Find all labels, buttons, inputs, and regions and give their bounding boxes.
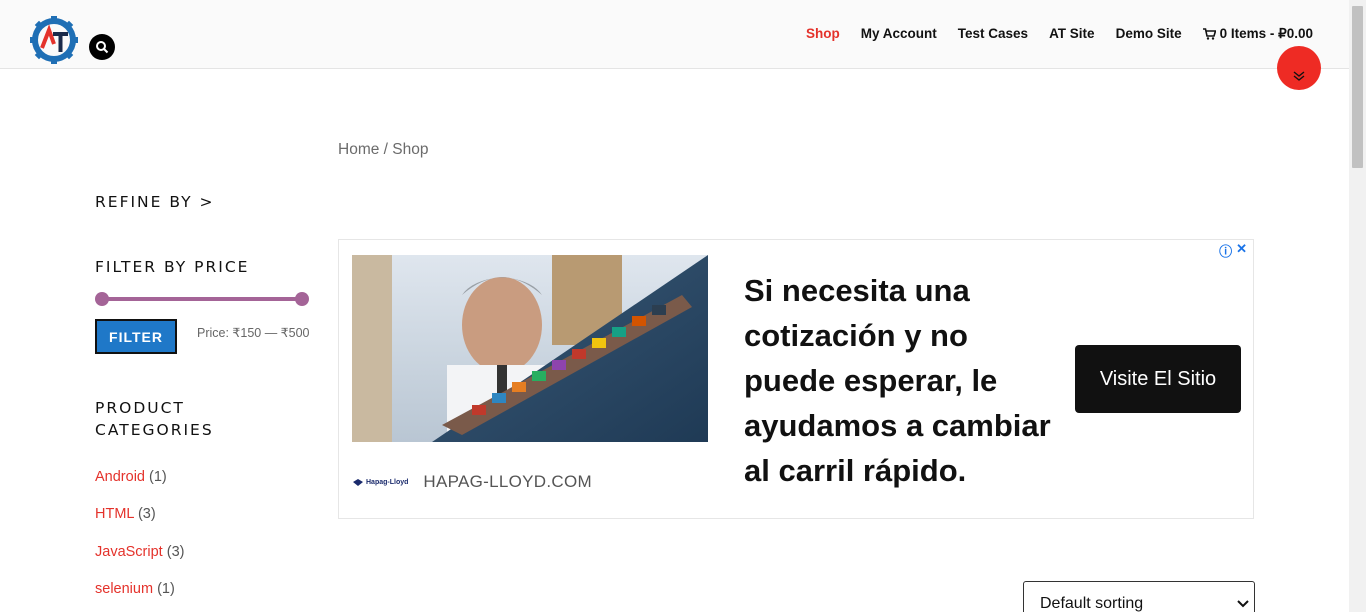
site-logo[interactable] — [28, 14, 80, 66]
category-item: selenium (1) — [95, 581, 175, 597]
ad-cta-button[interactable]: Visite El Sitio — [1075, 345, 1241, 413]
sort-selected-value: Default sorting — [1040, 595, 1144, 612]
price-range-label: Price: ₹150 — ₹500 — [197, 326, 310, 340]
advertisement[interactable]: ⓘ ✕ Hapag-Lloyd HAPAG-LLOYD.COM Si neces… — [338, 239, 1254, 519]
expand-toggle-button[interactable] — [1277, 46, 1321, 90]
filter-by-price-heading: FILTER BY PRICE — [95, 258, 250, 276]
ad-headline[interactable]: Si necesita una cotización y no puede es… — [744, 268, 1064, 493]
chevron-down-icon — [1237, 600, 1249, 608]
cart-icon — [1202, 28, 1216, 40]
refine-by-heading[interactable]: REFINE BY > — [95, 191, 215, 213]
nav-my-account[interactable]: My Account — [861, 26, 937, 42]
price-range-slider[interactable] — [95, 292, 309, 306]
search-button[interactable] — [89, 34, 115, 60]
ad-domain[interactable]: HAPAG-LLOYD.COM — [423, 472, 592, 492]
breadcrumb: Home / Shop — [338, 141, 428, 159]
category-link-selenium[interactable]: selenium — [95, 581, 153, 597]
product-categories-heading: PRODUCT CATEGORIES — [95, 397, 214, 441]
category-count: (3) — [137, 506, 156, 522]
categories-heading-line1: PRODUCT — [95, 399, 185, 417]
breadcrumb-separator: / — [379, 141, 393, 158]
breadcrumb-current: Shop — [392, 141, 429, 158]
slider-min-handle[interactable] — [95, 292, 109, 306]
category-link-javascript[interactable]: JavaScript — [95, 544, 163, 560]
nav-at-site[interactable]: AT Site — [1049, 26, 1095, 42]
close-icon[interactable]: ✕ — [1236, 241, 1247, 260]
cart-label: 0 Items - ₽0.00 — [1219, 26, 1313, 41]
category-item: JavaScript (3) — [95, 544, 184, 560]
slider-track — [101, 297, 303, 301]
ad-brand-name: Hapag-Lloyd — [366, 478, 409, 486]
info-icon[interactable]: ⓘ — [1219, 241, 1232, 260]
nav-shop[interactable]: Shop — [806, 26, 840, 42]
nav-cart[interactable]: 0 Items - ₽0.00 — [1202, 26, 1313, 42]
category-link-android[interactable]: Android — [95, 469, 145, 485]
ad-brand[interactable]: Hapag-Lloyd HAPAG-LLOYD.COM — [353, 472, 592, 492]
ad-image[interactable] — [352, 255, 708, 442]
category-item: HTML (3) — [95, 506, 156, 522]
hapag-lloyd-logo: Hapag-Lloyd — [353, 478, 409, 486]
category-item: Android (1) — [95, 469, 167, 485]
page-scrollbar[interactable] — [1349, 0, 1366, 612]
ad-choices[interactable]: ⓘ ✕ — [1219, 241, 1247, 260]
category-count: (1) — [149, 469, 167, 485]
nav-test-cases[interactable]: Test Cases — [958, 26, 1028, 42]
filter-button[interactable]: FILTER — [95, 319, 177, 354]
category-link-html[interactable]: HTML — [95, 506, 134, 522]
sort-select[interactable]: Default sorting — [1023, 581, 1255, 612]
categories-heading-line2: CATEGORIES — [95, 421, 214, 439]
nav-demo-site[interactable]: Demo Site — [1116, 26, 1182, 42]
breadcrumb-home[interactable]: Home — [338, 141, 379, 158]
category-count: (1) — [157, 581, 175, 597]
site-header: Shop My Account Test Cases AT Site Demo … — [0, 0, 1349, 69]
double-chevron-down-icon — [1293, 71, 1305, 81]
slider-max-handle[interactable] — [295, 292, 309, 306]
search-icon — [96, 41, 109, 54]
category-count: (3) — [166, 544, 185, 560]
scroll-thumb[interactable] — [1352, 6, 1363, 168]
main-nav: Shop My Account Test Cases AT Site Demo … — [806, 26, 1313, 42]
